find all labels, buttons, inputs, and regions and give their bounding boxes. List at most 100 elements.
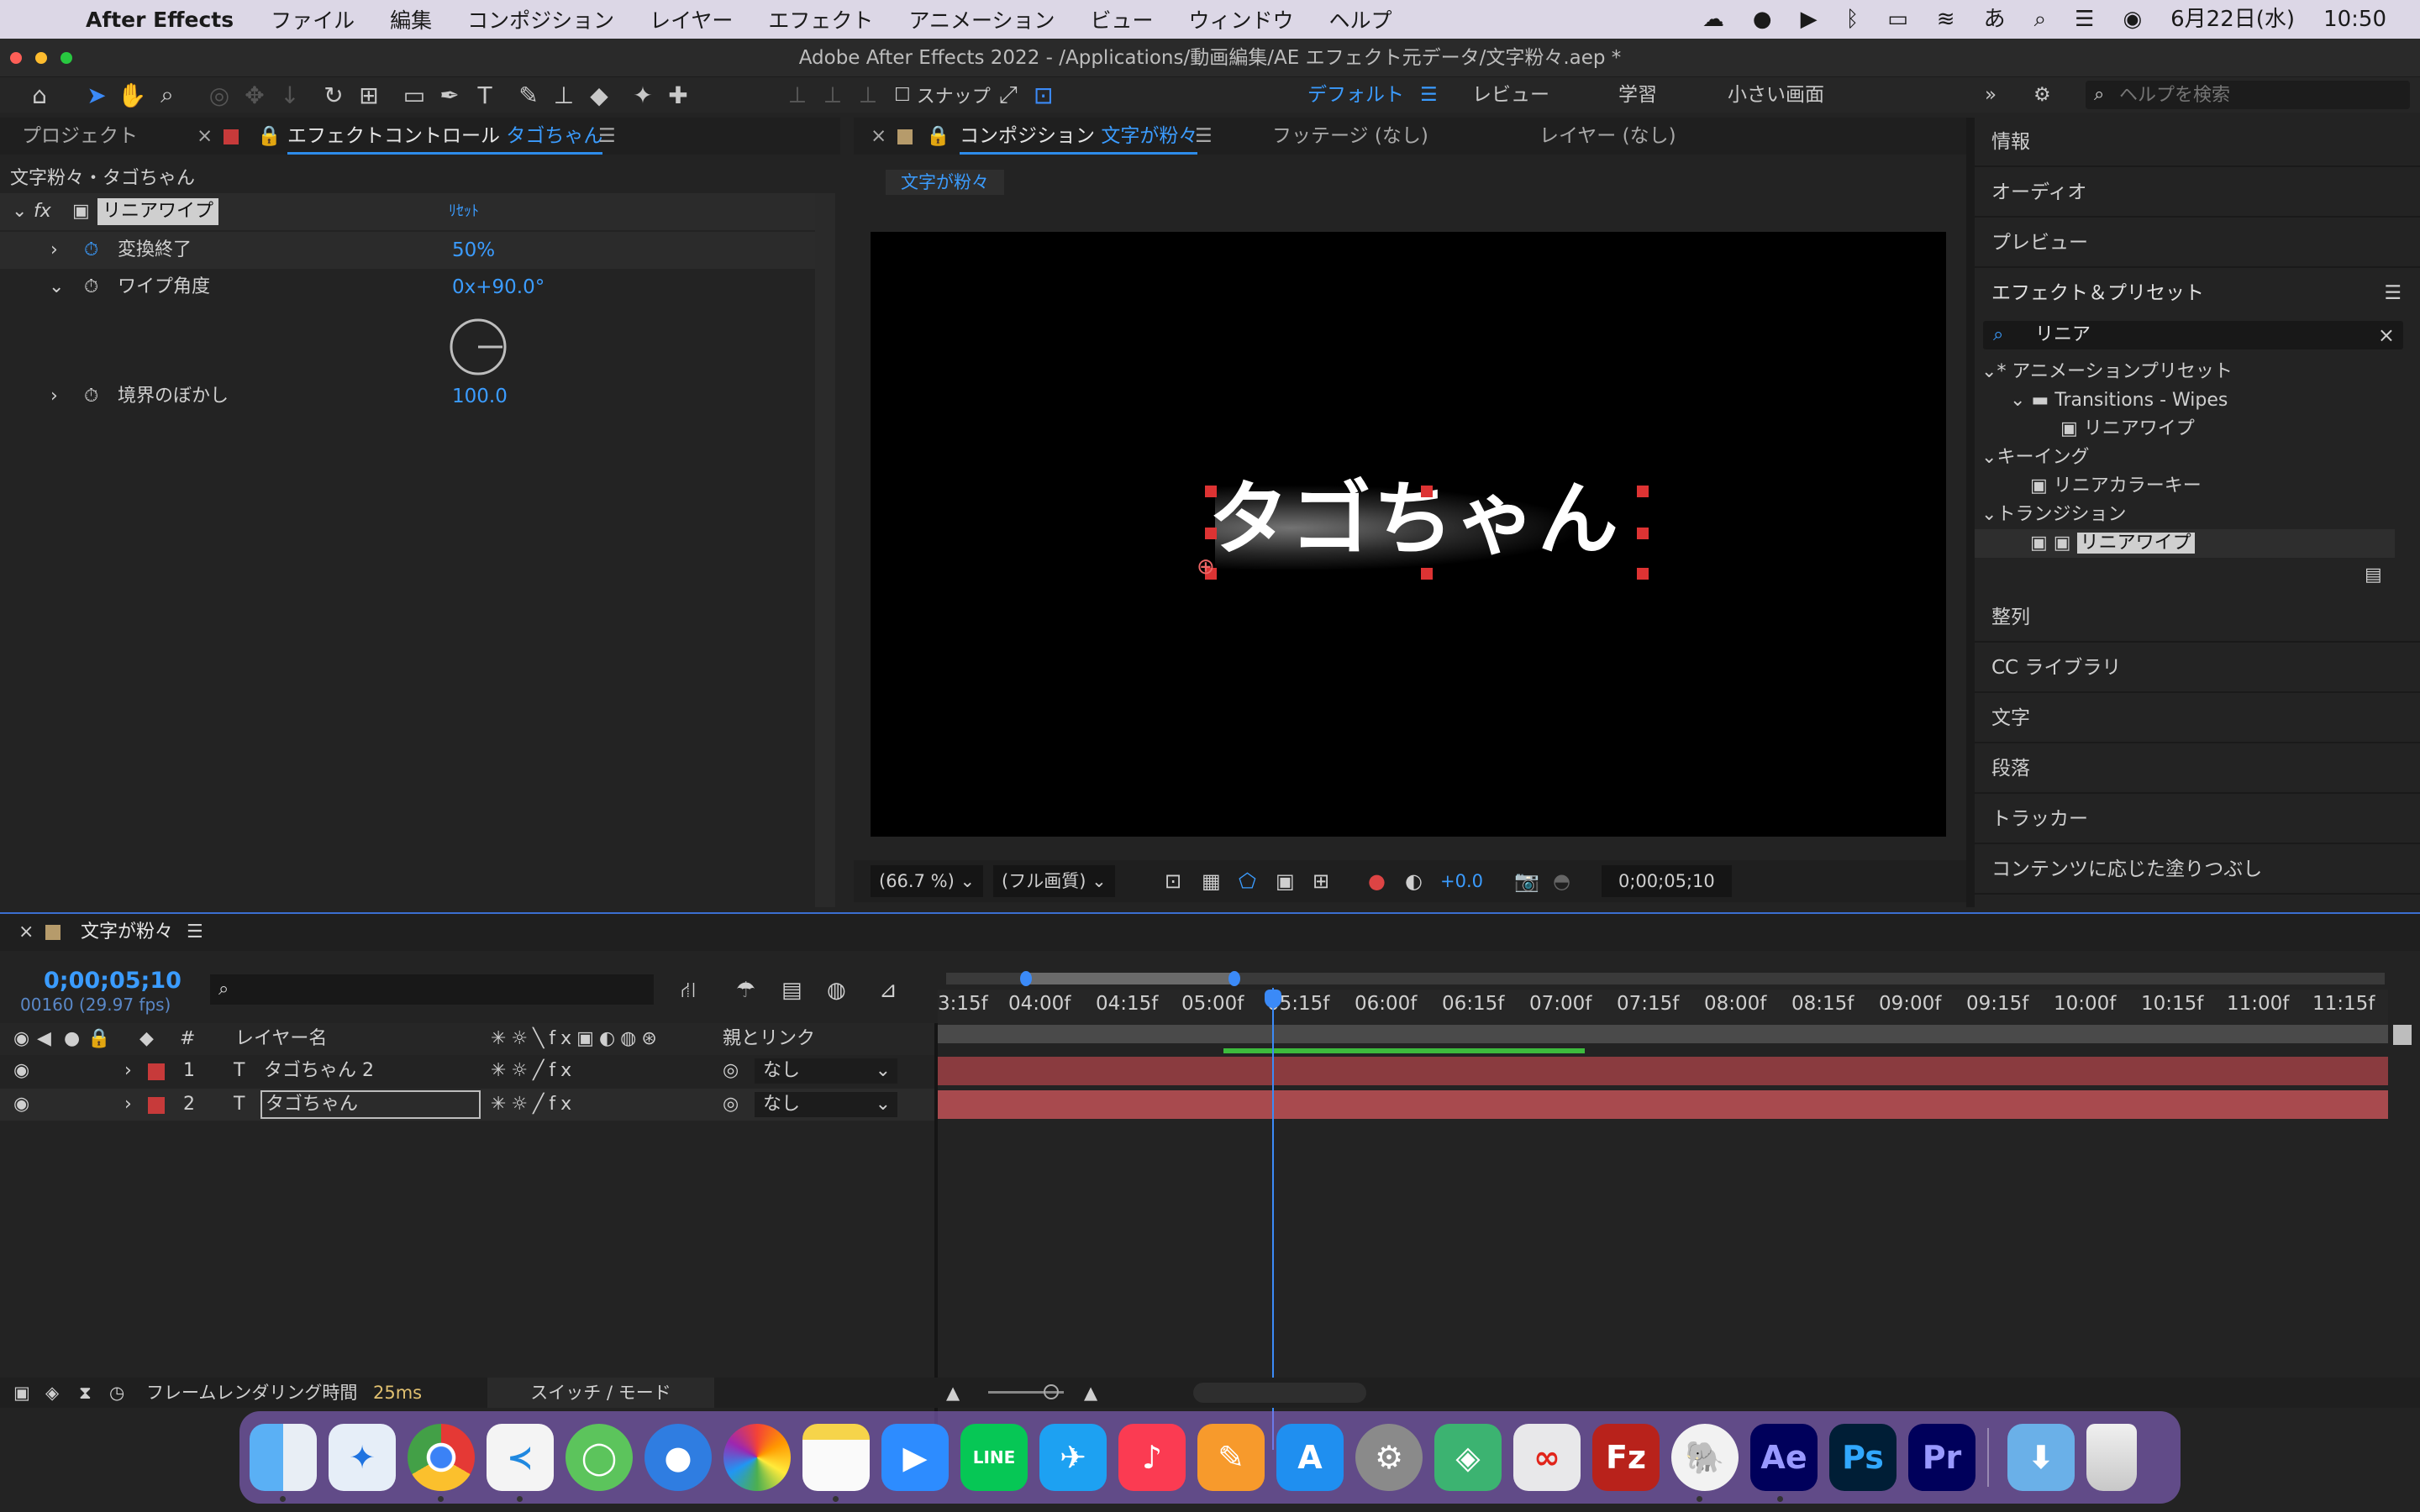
anchor-tool-icon[interactable]: ⊞ (351, 77, 387, 113)
app-menu[interactable]: After Effects (86, 8, 234, 32)
layer-name[interactable]: タゴちゃん 2 (264, 1055, 374, 1087)
photos-icon[interactable] (723, 1424, 791, 1491)
close-tab-icon[interactable]: × (197, 118, 213, 155)
creative-cloud-menu-icon[interactable]: ☁ (1702, 0, 1724, 39)
anchor-point-icon[interactable]: ⊕ (1197, 554, 1215, 580)
help-search-input[interactable] (2119, 82, 2396, 108)
work-area-end-handle[interactable] (1228, 971, 1240, 986)
stopwatch-icon[interactable]: ⏱ (84, 232, 98, 269)
new-preset-icon[interactable]: ▤ (2365, 564, 2382, 585)
timeline-comp-name[interactable]: 文字が粉々 (81, 914, 173, 951)
zoom-select[interactable]: (66.7 %) ⌄ (871, 865, 984, 897)
roto-brush-tool-icon[interactable]: ✦ (625, 77, 660, 113)
timeline-timecode[interactable]: 0;00;05;10 (44, 968, 182, 994)
transfer-controls-toggle-icon[interactable]: ◈ (45, 1378, 59, 1408)
tableplus-icon[interactable]: 🐘 (1671, 1424, 1739, 1491)
layer-bar-1[interactable] (938, 1057, 2388, 1085)
eraser-tool-icon[interactable]: ◆ (581, 77, 617, 113)
axis-local-icon[interactable]: ⟂ (780, 77, 815, 113)
snap-options-icon[interactable]: ⤢ (991, 77, 1026, 113)
layer-handle[interactable] (1421, 486, 1433, 497)
eye-icon[interactable]: ◉ (13, 1023, 29, 1055)
transparency-grid-icon[interactable]: ▦ (1202, 860, 1221, 902)
ps-icon[interactable]: Ps (1829, 1424, 1897, 1491)
brush-tool-icon[interactable]: ✎ (511, 77, 546, 113)
layer-switches-toggle-icon[interactable]: ▣ (13, 1378, 30, 1408)
tab-composition[interactable]: コンポジション 文字が粉々 (960, 118, 1198, 155)
playhead-handle[interactable] (1265, 990, 1281, 1008)
pages-icon[interactable]: ✎ (1197, 1424, 1265, 1491)
workspace-default[interactable]: デフォルト (1307, 77, 1404, 113)
settings-icon[interactable]: ⚙ (1355, 1424, 1423, 1491)
line-icon[interactable]: LINE (960, 1424, 1028, 1491)
zoom-out-icon[interactable]: ▲ (946, 1378, 960, 1408)
notes-icon[interactable] (802, 1424, 870, 1491)
panel-paragraph[interactable]: 段落 (1975, 744, 2420, 794)
clone-stamp-tool-icon[interactable]: ⊥ (546, 77, 581, 113)
tab-layer[interactable]: レイヤー (なし) (1539, 118, 1676, 155)
stopwatch-icon[interactable]: ⏱ (84, 269, 98, 306)
layer-handle[interactable] (1421, 568, 1433, 580)
column-parent[interactable]: 親とリンク (723, 1023, 815, 1055)
panel-menu-icon[interactable]: ☰ (598, 118, 616, 155)
layer-switches[interactable]: ✳☼╱fx (491, 1089, 576, 1121)
comp-marker-bin-icon[interactable] (2393, 1025, 2412, 1045)
close-tab-icon[interactable]: × (18, 914, 34, 951)
work-area-start-handle[interactable] (1020, 971, 1032, 986)
tree-item-linear-wipe[interactable]: ▣ ▣ リニアワイプ (1975, 529, 2395, 558)
lock-icon[interactable]: 🔒 (926, 118, 950, 155)
bluetooth-icon[interactable]: ᛒ (1846, 0, 1860, 39)
eye-icon[interactable]: ◉ (13, 1089, 29, 1121)
menubar-time[interactable]: 10:50 (2323, 0, 2386, 39)
shy-icon[interactable]: ☂ (736, 978, 755, 1003)
apple-icon[interactable] (32, 5, 60, 34)
tab-project[interactable]: プロジェクト (22, 118, 138, 155)
quality-select[interactable]: (フル画質) ⌄ (993, 865, 1115, 897)
comp-subtab[interactable]: 文字が粉々 (886, 170, 1004, 195)
app5-icon[interactable]: ◯ (566, 1424, 633, 1491)
reset-link[interactable]: ﾘｾｯﾄ (449, 193, 479, 230)
filezilla-icon[interactable]: Fz (1592, 1424, 1660, 1491)
workspace-menu-icon[interactable]: ☰ (1420, 77, 1438, 113)
tab-effect-controls[interactable]: エフェクトコントロール タゴちゃん (287, 118, 603, 155)
wifi-icon[interactable]: ≋ (1937, 0, 1955, 39)
graph-editor-icon[interactable]: ⊿ (879, 978, 897, 1003)
creative-cloud-icon[interactable]: ∞ (1513, 1424, 1581, 1491)
panel-splitter[interactable] (1966, 118, 1975, 907)
timecode-display[interactable]: 0;00;05;10 (1602, 865, 1732, 897)
layer-handle[interactable] (1637, 528, 1649, 539)
axis-view-icon[interactable]: ⟂ (850, 77, 886, 113)
parent-select[interactable]: なし ⌄ (755, 1058, 897, 1084)
play-icon[interactable]: ▶ (1801, 0, 1818, 39)
layer-handle[interactable] (1637, 568, 1649, 580)
zoom-slider-thumb[interactable] (1044, 1384, 1059, 1399)
menu-composition[interactable]: コンポジション (467, 4, 614, 34)
audio-icon[interactable]: ◀ (37, 1023, 51, 1055)
tree-item-presets[interactable]: ⌄* アニメーションプリセット (1981, 358, 2233, 386)
comp-viewer[interactable]: タゴちゃん ⊕ (871, 232, 1946, 837)
angle-dial[interactable] (449, 318, 508, 376)
dolly-tool-icon[interactable]: ↓ (272, 77, 308, 113)
help-search[interactable]: ⌕ (2086, 81, 2410, 109)
tree-item-linear-color-key[interactable]: ▣ リニアカラーキー (2030, 472, 2202, 501)
layer-row-2[interactable]: ◉ › 2 T タゴちゃん ✳☼╱fx ◎ なし ⌄ (0, 1089, 934, 1121)
zoom-tool-icon[interactable]: ⌕ (150, 77, 185, 113)
minimize-window-button[interactable] (35, 52, 47, 64)
exposure-value[interactable]: +0.0 (1440, 860, 1483, 902)
hand-tool-icon[interactable]: ✋ (114, 77, 150, 113)
spotlight-icon[interactable]: ⌕ (2034, 0, 2047, 39)
siri-icon[interactable]: ◉ (2123, 0, 2142, 39)
stopwatch-icon[interactable]: ⏱ (84, 378, 98, 415)
layer-switches[interactable]: ✳☼╱fx (491, 1055, 576, 1087)
time-ruler[interactable]: 3:15f 04:00f 04:15f 05:00f 05:15f 06:00f… (938, 990, 2388, 1028)
menu-edit[interactable]: 編集 (390, 4, 432, 34)
menu-window[interactable]: ウィンドウ (1188, 4, 1293, 34)
close-window-button[interactable] (10, 52, 22, 64)
column-layer-name[interactable]: レイヤー名 (235, 1023, 327, 1055)
finder-icon[interactable] (250, 1424, 317, 1491)
panel-menu-icon[interactable]: ☰ (1195, 118, 1213, 155)
motion-blur-icon[interactable]: ◍ (827, 978, 846, 1003)
panel-menu-icon[interactable]: ☰ (187, 914, 203, 951)
orbit-tool-icon[interactable]: ◎ (202, 77, 237, 113)
menu-file[interactable]: ファイル (271, 4, 355, 34)
